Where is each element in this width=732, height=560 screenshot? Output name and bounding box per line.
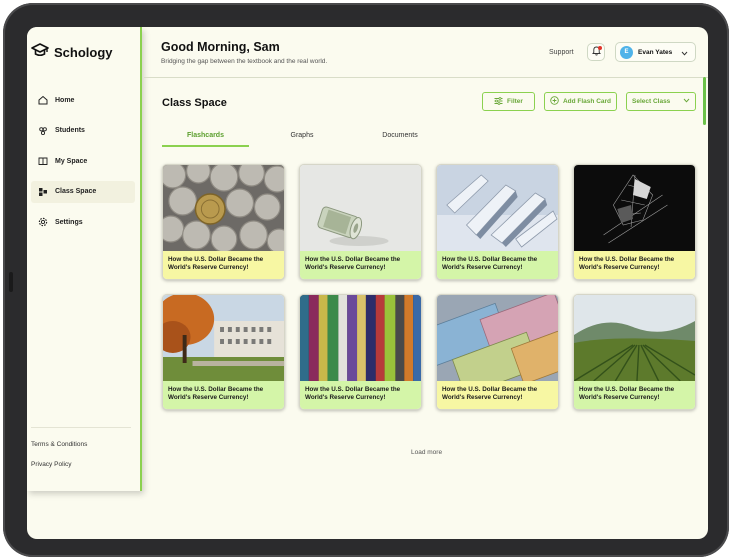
sidebar-item-label: Students — [55, 127, 85, 134]
shards-image — [437, 165, 558, 251]
sidebar-item-students[interactable]: Students — [31, 120, 135, 142]
vineyard-image — [574, 295, 695, 381]
graduation-cap-icon — [31, 43, 49, 62]
user-menu[interactable]: E Evan Yates — [615, 42, 696, 62]
load-more-button[interactable]: Load more — [411, 449, 442, 456]
euro-notes-image — [437, 295, 558, 381]
tab-flashcards[interactable]: Flashcards — [162, 132, 249, 147]
sliders-icon — [494, 96, 503, 107]
flashcard[interactable]: How the U.S. Dollar Became the World's R… — [162, 164, 285, 280]
notification-dot — [598, 46, 602, 50]
home-icon — [37, 95, 48, 106]
header-divider — [144, 77, 708, 78]
sidebar-item-class-space[interactable]: Class Space — [31, 180, 135, 203]
coins-image — [163, 165, 284, 251]
flashcard-caption: How the U.S. Dollar Became the World's R… — [163, 381, 284, 409]
logo-text: Schology — [54, 45, 113, 60]
tab-graphs[interactable]: Graphs — [258, 132, 346, 147]
sidebar-nav: Home Students My Space Class Space Setti… — [31, 89, 135, 242]
filter-label: Filter — [507, 98, 523, 105]
terms-link[interactable]: Terms & Conditions — [31, 441, 131, 448]
flashcard[interactable]: How the U.S. Dollar Became the World's R… — [573, 294, 696, 410]
greeting-title: Good Morning, Sam — [161, 40, 280, 54]
side-button — [9, 272, 13, 292]
flashcard-caption: How the U.S. Dollar Became the World's R… — [437, 251, 558, 279]
chevron-down-icon — [681, 43, 688, 61]
page-title: Class Space — [162, 97, 227, 109]
book-icon — [37, 156, 48, 167]
sidebar-item-home[interactable]: Home — [31, 89, 135, 111]
content-tabs: Flashcards Graphs Documents — [162, 132, 459, 147]
scrollbar[interactable] — [703, 77, 706, 125]
flashcard-caption: How the U.S. Dollar Became the World's R… — [574, 251, 695, 279]
sidebar-item-label: Home — [55, 96, 75, 104]
sidebar-item-label: My Space — [55, 157, 88, 165]
sidebar-item-label: Settings — [55, 218, 83, 226]
user-name: Evan Yates — [638, 48, 673, 56]
flashcard[interactable]: How the U.S. Dollar Became the World's R… — [299, 164, 422, 280]
select-class-label: Select Class — [632, 98, 671, 105]
users-icon — [37, 125, 48, 136]
select-class-dropdown[interactable]: Select Class — [626, 92, 696, 111]
avatar: E — [620, 45, 633, 59]
support-link[interactable]: Support — [549, 49, 574, 56]
flashcard-caption: How the U.S. Dollar Became the World's R… — [574, 381, 695, 409]
greeting-subtitle: Bridging the gap between the textbook an… — [161, 58, 328, 65]
sidebar-footer: Terms & Conditions Privacy Policy — [31, 427, 131, 481]
flashcard[interactable]: How the U.S. Dollar Became the World's R… — [299, 294, 422, 410]
flashcard-caption: How the U.S. Dollar Became the World's R… — [300, 251, 421, 279]
flashcard[interactable]: How the U.S. Dollar Became the World's R… — [436, 294, 559, 410]
tab-documents[interactable]: Documents — [347, 132, 453, 147]
flashcard-caption: How the U.S. Dollar Became the World's R… — [300, 381, 421, 409]
privacy-link[interactable]: Privacy Policy — [31, 461, 131, 468]
sidebar: Schology Home Students My Space Class Sp… — [27, 27, 142, 491]
sidebar-item-settings[interactable]: Settings — [31, 211, 135, 233]
flashcard[interactable]: How the U.S. Dollar Became the World's R… — [436, 164, 559, 280]
tablet-frame: Schology Home Students My Space Class Sp… — [3, 3, 729, 557]
rolled-bill-image — [300, 165, 421, 251]
sidebar-item-label: Class Space — [55, 188, 97, 195]
add-flash-card-label: Add Flash Card — [562, 98, 612, 105]
books-image — [300, 295, 421, 381]
gear-icon — [37, 217, 48, 228]
sidebar-item-my-space[interactable]: My Space — [31, 150, 135, 172]
flashcard-caption: How the U.S. Dollar Became the World's R… — [437, 381, 558, 409]
app-screen: Schology Home Students My Space Class Sp… — [27, 27, 708, 539]
plus-circle-icon — [550, 96, 559, 107]
flashcard-grid: How the U.S. Dollar Became the World's R… — [162, 164, 696, 410]
filter-button[interactable]: Filter — [482, 92, 535, 111]
blocks-icon — [37, 186, 48, 197]
logo[interactable]: Schology — [31, 43, 113, 62]
notifications-button[interactable] — [587, 43, 605, 61]
dark-sculpture-image — [574, 165, 695, 251]
flashcard-caption: How the U.S. Dollar Became the World's R… — [163, 251, 284, 279]
flashcard[interactable]: How the U.S. Dollar Became the World's R… — [162, 294, 285, 410]
autumn-building-image — [163, 295, 284, 381]
flashcard[interactable]: How the U.S. Dollar Became the World's R… — [573, 164, 696, 280]
chevron-down-icon — [683, 98, 690, 105]
add-flash-card-button[interactable]: Add Flash Card — [544, 92, 617, 111]
